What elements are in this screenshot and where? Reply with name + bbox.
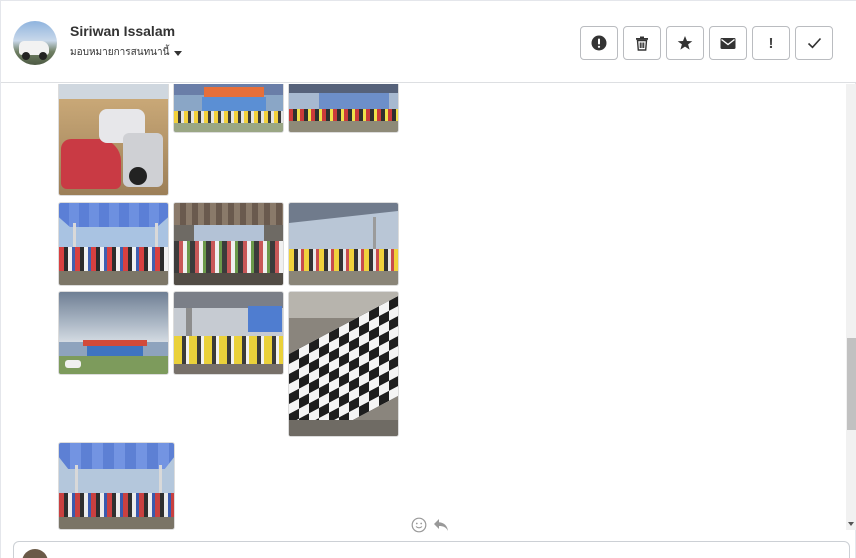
star-icon: [677, 36, 693, 50]
assign-conversation-dropdown[interactable]: มอบหมายการสนทนานี้: [70, 45, 183, 60]
follow-up-button[interactable]: !: [752, 26, 790, 60]
mark-unread-button[interactable]: [709, 26, 747, 60]
chevron-down-icon: [174, 50, 183, 56]
reply-icon[interactable]: [433, 518, 449, 532]
message-thread[interactable]: [1, 84, 846, 532]
photo-attachment[interactable]: [58, 291, 169, 375]
smiley-icon[interactable]: [411, 517, 427, 533]
photo-attachment[interactable]: [288, 202, 399, 286]
assign-label: มอบหมายการสนทนานี้: [70, 47, 170, 58]
photo-attachment[interactable]: [173, 202, 284, 286]
conversation-toolbar: !: [580, 26, 833, 60]
photo-attachment[interactable]: [58, 84, 169, 196]
alert-circle-icon: [591, 35, 607, 51]
check-icon: [807, 37, 821, 49]
photo-attachment[interactable]: [288, 84, 399, 133]
contact-avatar[interactable]: [13, 21, 57, 65]
conversation-header: Siriwan Issalam มอบหมายการสนทนานี้ !: [1, 0, 856, 83]
scroll-down-arrow-icon[interactable]: [848, 522, 854, 526]
star-button[interactable]: [666, 26, 704, 60]
thread-scrollbar[interactable]: [846, 84, 856, 530]
messenger-window: Siriwan Issalam มอบหมายการสนทนานี้ !: [0, 0, 856, 558]
photo-attachment[interactable]: [58, 442, 175, 530]
scrollbar-thumb[interactable]: [847, 338, 856, 430]
photo-attachment[interactable]: [173, 291, 284, 375]
photo-attachment[interactable]: [288, 291, 399, 437]
envelope-icon: [720, 37, 736, 49]
user-avatar: [22, 549, 48, 558]
done-button[interactable]: [795, 26, 833, 60]
exclamation-icon: !: [768, 34, 774, 52]
message-actions: [411, 517, 449, 533]
photo-attachment[interactable]: [58, 202, 169, 286]
delete-button[interactable]: [623, 26, 661, 60]
reply-composer[interactable]: [13, 541, 850, 558]
spam-button[interactable]: [580, 26, 618, 60]
contact-name[interactable]: Siriwan Issalam: [70, 23, 175, 39]
trash-icon: [636, 36, 648, 51]
photo-attachment[interactable]: [173, 84, 284, 133]
